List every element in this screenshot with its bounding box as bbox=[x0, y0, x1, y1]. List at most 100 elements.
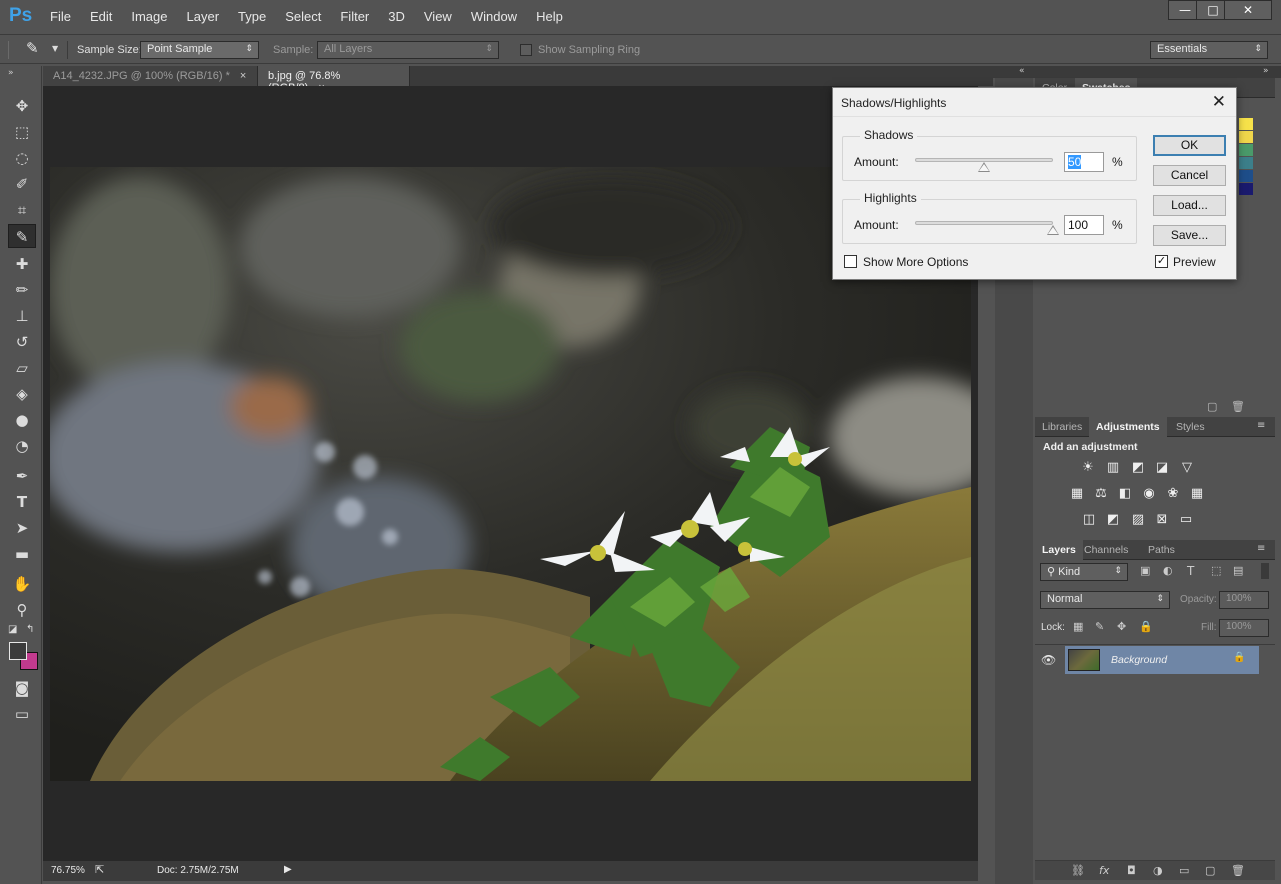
collapse-right-icon[interactable]: » bbox=[1263, 66, 1269, 76]
highlights-amount-slider[interactable] bbox=[915, 221, 1053, 225]
link-layers-icon[interactable]: ⛓ bbox=[1071, 864, 1085, 877]
rectangle-tool-icon[interactable]: ▬ bbox=[8, 542, 36, 566]
highlights-amount-field[interactable]: 100 bbox=[1064, 215, 1104, 235]
levels-icon[interactable]: ▥ bbox=[1105, 461, 1121, 475]
show-more-options-checkbox[interactable] bbox=[844, 255, 857, 268]
lock-position-icon[interactable]: ✥ bbox=[1117, 620, 1126, 633]
filter-shape-icon[interactable]: ⬚ bbox=[1211, 564, 1221, 577]
crop-tool-icon[interactable]: ⌗ bbox=[8, 198, 36, 222]
eyedropper-tool-preset-icon[interactable]: ✎ bbox=[26, 39, 39, 57]
new-group-icon[interactable]: ▭ bbox=[1179, 864, 1189, 877]
close-icon[interactable]: ✕ bbox=[1212, 92, 1226, 112]
fill-field[interactable]: 100% bbox=[1219, 619, 1269, 637]
shadows-slider-thumb[interactable] bbox=[978, 162, 990, 172]
lock-all-icon[interactable]: 🔒 bbox=[1139, 620, 1153, 633]
sample-size-dropdown[interactable]: Point Sample ⇕ bbox=[140, 41, 259, 59]
menu-type[interactable]: Type bbox=[238, 9, 266, 24]
tab-b-jpg[interactable]: b.jpg @ 76.8% (RGB/8)× bbox=[258, 66, 410, 94]
selective-color-icon[interactable]: ⊠ bbox=[1154, 513, 1170, 527]
status-menu-arrow-icon[interactable]: ▶ bbox=[284, 864, 292, 875]
move-tool-icon[interactable]: ✥ bbox=[8, 94, 36, 118]
menu-help[interactable]: Help bbox=[536, 9, 563, 24]
tab-libraries[interactable]: Libraries bbox=[1035, 417, 1089, 437]
trash-icon[interactable]: 🗑 bbox=[1231, 864, 1245, 877]
menu-image[interactable]: Image bbox=[131, 9, 167, 24]
eye-visibility-icon[interactable]: 👁 bbox=[1041, 653, 1056, 667]
cancel-button[interactable]: Cancel bbox=[1153, 165, 1226, 186]
black-white-icon[interactable]: ◧ bbox=[1117, 487, 1133, 501]
filter-smart-object-icon[interactable]: ▤ bbox=[1233, 564, 1243, 577]
shadows-amount-field[interactable]: 50 bbox=[1064, 152, 1104, 172]
default-colors-icon[interactable]: ◪ bbox=[8, 624, 17, 635]
filter-adjustment-icon[interactable]: ◐ bbox=[1163, 564, 1173, 577]
load-button[interactable]: Load... bbox=[1153, 195, 1226, 216]
menu-view[interactable]: View bbox=[424, 9, 452, 24]
blend-mode-dropdown[interactable]: Normal ⇕ bbox=[1040, 591, 1170, 609]
layer-filter-kind[interactable]: ⚲ Kind ⇕ bbox=[1040, 563, 1128, 581]
brightness-contrast-icon[interactable]: ☀ bbox=[1080, 461, 1096, 475]
foreground-color-swatch[interactable] bbox=[9, 642, 27, 660]
blur-tool-icon[interactable]: ● bbox=[8, 408, 36, 432]
add-mask-icon[interactable]: ◘ bbox=[1127, 864, 1136, 877]
vibrance-icon[interactable]: ▽ bbox=[1179, 461, 1195, 475]
sample-dropdown[interactable]: All Layers ⇕ bbox=[317, 41, 499, 59]
fx-icon[interactable]: fx bbox=[1099, 864, 1109, 877]
screen-mode-icon[interactable]: ▭ bbox=[8, 702, 36, 726]
threshold-icon[interactable]: ▨ bbox=[1130, 513, 1146, 527]
channel-mixer-icon[interactable]: ❀ bbox=[1165, 487, 1181, 501]
close-window-button[interactable]: ✕ bbox=[1224, 0, 1272, 20]
trash-icon[interactable]: 🗑 bbox=[1231, 400, 1245, 413]
path-selection-tool-icon[interactable]: ➤ bbox=[8, 516, 36, 540]
layer-row-background[interactable]: 👁 Background 🔒 bbox=[1035, 646, 1275, 674]
tab-layers[interactable]: Layers bbox=[1035, 540, 1083, 560]
history-brush-tool-icon[interactable]: ↺ bbox=[8, 330, 36, 354]
paint-bucket-tool-icon[interactable]: ◈ bbox=[8, 382, 36, 406]
close-icon[interactable]: × bbox=[240, 70, 246, 82]
tool-preset-arrow-icon[interactable]: ▼ bbox=[52, 44, 58, 53]
pen-tool-icon[interactable]: ✒ bbox=[8, 464, 36, 488]
hand-tool-icon[interactable]: ✋ bbox=[8, 572, 36, 596]
color-lookup-icon[interactable]: ▦ bbox=[1189, 487, 1205, 501]
highlights-slider-thumb[interactable] bbox=[1047, 225, 1059, 235]
menu-filter[interactable]: Filter bbox=[340, 9, 369, 24]
new-layer-icon[interactable]: ▢ bbox=[1205, 864, 1215, 877]
swatch[interactable] bbox=[1239, 170, 1253, 182]
lasso-tool-icon[interactable]: ◌ bbox=[8, 146, 36, 170]
collapse-arrows-icon[interactable]: » bbox=[8, 68, 14, 78]
filter-type-icon[interactable]: T bbox=[1187, 564, 1194, 578]
dodge-tool-icon[interactable]: ◔ bbox=[8, 434, 36, 458]
menu-3d[interactable]: 3D bbox=[388, 9, 405, 24]
invert-icon[interactable]: ◫ bbox=[1081, 513, 1097, 527]
eraser-tool-icon[interactable]: ▱ bbox=[8, 356, 36, 380]
workspace-switcher[interactable]: Essentials ⇕ bbox=[1150, 41, 1268, 59]
healing-brush-tool-icon[interactable]: ✚ bbox=[8, 252, 36, 276]
swatch[interactable] bbox=[1239, 183, 1253, 195]
tab-paths[interactable]: Paths bbox=[1141, 540, 1182, 560]
zoom-tool-icon[interactable]: ⚲ bbox=[8, 598, 36, 622]
tab-a14-4232[interactable]: A14_4232.JPG @ 100% (RGB/16) * × bbox=[43, 66, 258, 86]
ok-button[interactable]: OK bbox=[1153, 135, 1226, 156]
photo-filter-icon[interactable]: ◉ bbox=[1141, 487, 1157, 501]
marquee-tool-icon[interactable]: ⬚ bbox=[8, 120, 36, 144]
tab-styles[interactable]: Styles bbox=[1169, 417, 1212, 437]
filter-pixel-icon[interactable]: ▣ bbox=[1140, 564, 1150, 577]
swap-colors-icon[interactable]: ↰ bbox=[26, 624, 34, 635]
brush-tool-icon[interactable]: ✏ bbox=[8, 278, 36, 302]
menu-file[interactable]: File bbox=[50, 9, 71, 24]
lock-transparency-icon[interactable]: ▦ bbox=[1073, 620, 1083, 633]
menu-layer[interactable]: Layer bbox=[187, 9, 220, 24]
type-tool-icon[interactable]: T bbox=[8, 490, 36, 514]
lock-pixels-icon[interactable]: ✎ bbox=[1095, 620, 1104, 633]
zoom-level[interactable]: 76.75% bbox=[51, 865, 85, 876]
hue-saturation-icon[interactable]: ▦ bbox=[1069, 487, 1085, 501]
show-sampling-ring-checkbox[interactable] bbox=[520, 44, 532, 56]
tab-adjustments[interactable]: Adjustments bbox=[1089, 417, 1167, 437]
menu-window[interactable]: Window bbox=[471, 9, 517, 24]
clone-stamp-tool-icon[interactable]: ⊥ bbox=[8, 304, 36, 328]
new-swatch-icon[interactable]: ▢ bbox=[1207, 400, 1217, 413]
quick-mask-icon[interactable]: ◙ bbox=[8, 676, 36, 700]
panel-menu-icon[interactable]: ≡ bbox=[1257, 420, 1265, 431]
save-button[interactable]: Save... bbox=[1153, 225, 1226, 246]
share-icon[interactable]: ⇱ bbox=[95, 863, 104, 876]
panel-menu-icon[interactable]: ≡ bbox=[1257, 543, 1265, 554]
